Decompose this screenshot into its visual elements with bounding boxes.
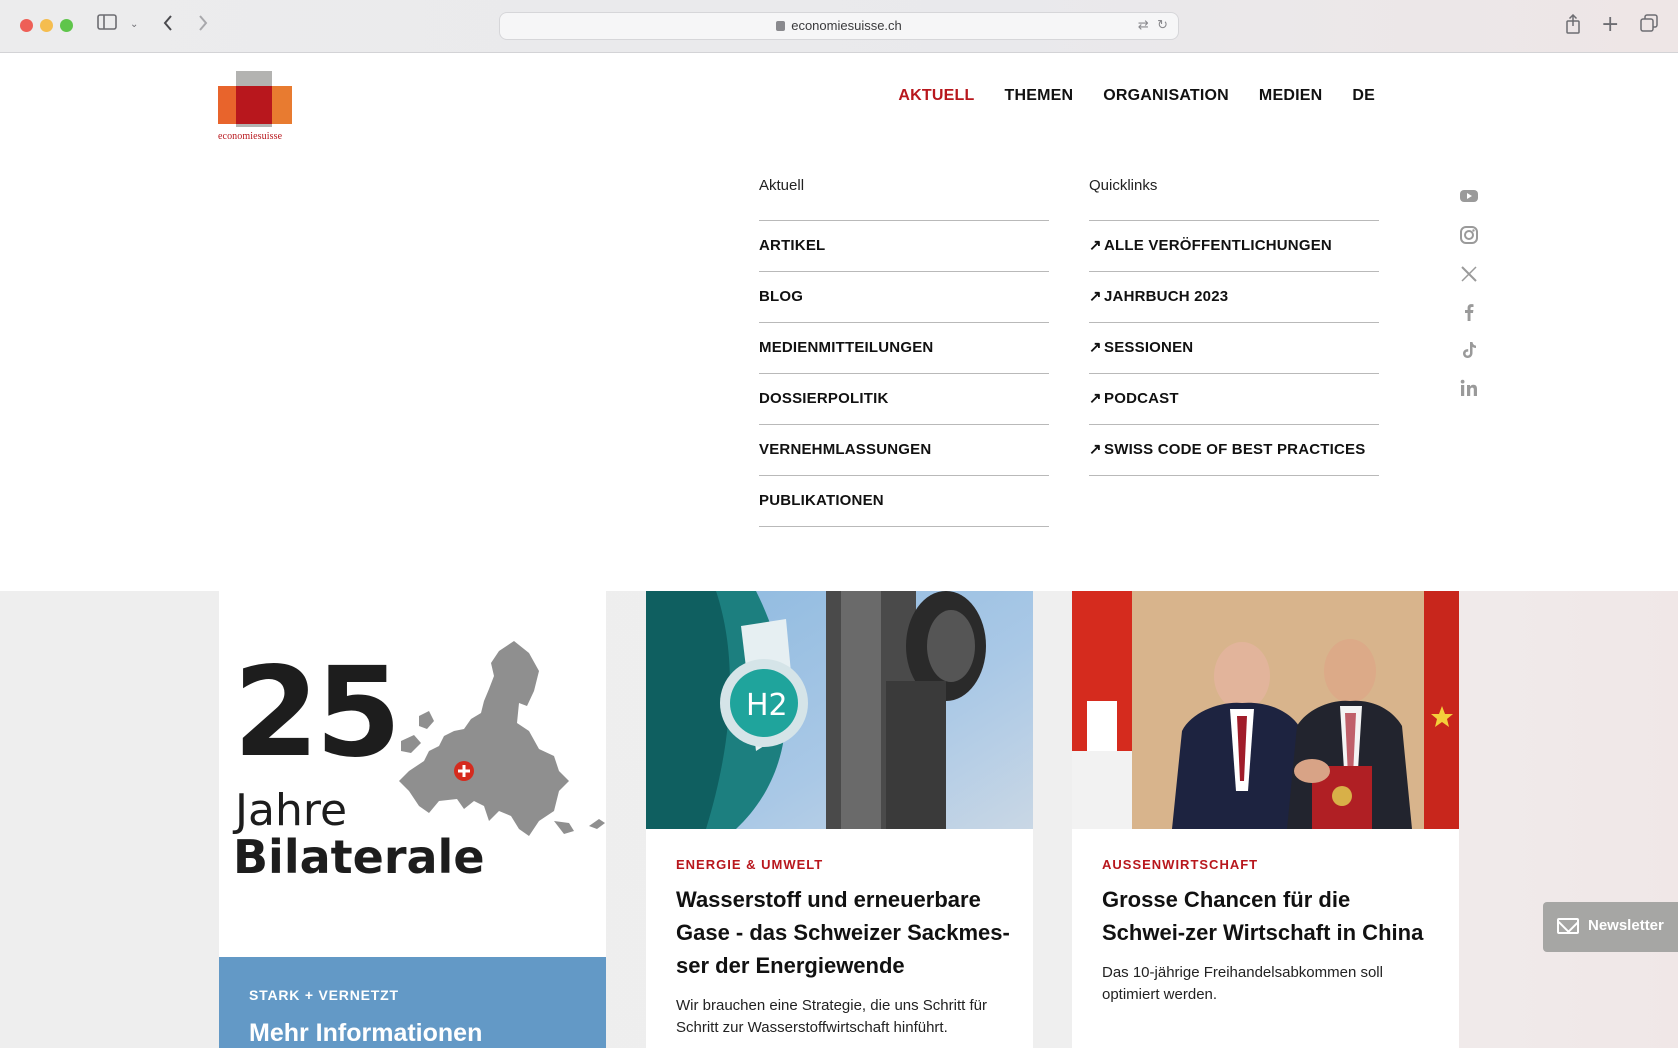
anniversary-jahre: Jahre — [235, 785, 348, 836]
chevron-down-icon[interactable]: ⌄ — [130, 14, 138, 36]
x-icon[interactable] — [1458, 263, 1480, 285]
quicklink-label: PODCAST — [1104, 390, 1179, 407]
quicklink-alle-veroeffentlichungen[interactable]: ↗ ALLE VERÖFFENTLICHUNGEN — [1089, 221, 1379, 272]
tabs-overview-icon[interactable] — [1640, 14, 1658, 38]
share-icon[interactable] — [1565, 13, 1581, 40]
europe-map-image — [399, 641, 605, 836]
tiktok-icon[interactable] — [1458, 339, 1480, 361]
anniversary-bilaterale: Bilaterale — [233, 830, 485, 884]
nav-item-aktuell[interactable]: AKTUELL — [898, 87, 974, 105]
lock-icon — [776, 21, 786, 31]
chevron-left-icon[interactable] — [162, 14, 174, 38]
arrow-up-right-icon: ↗ — [1089, 288, 1102, 305]
chevron-right-icon[interactable] — [197, 14, 209, 38]
hydrogen-pump-image: H2 — [646, 591, 1033, 829]
nav-item-organisation[interactable]: ORGANISATION — [1103, 87, 1229, 105]
bilaterale-card[interactable]: 25 Jahre Bilaterale STARK + VERNETZT Meh… — [219, 591, 606, 1048]
plus-icon[interactable]: + — [1601, 14, 1619, 36]
menu-column-quicklinks: Quicklinks ↗ ALLE VERÖFFENTLICHUNGEN ↗ JAH… — [1089, 171, 1379, 476]
handshake-photo — [1072, 591, 1459, 829]
reload-icon[interactable]: ↻ — [1157, 18, 1168, 33]
card-title: Mehr Informationen — [249, 1019, 483, 1047]
teaser-section: 25 Jahre Bilaterale STARK + VERNETZT Meh… — [0, 591, 1678, 1048]
facebook-icon[interactable] — [1458, 301, 1480, 323]
article-card-wasserstoff[interactable]: H2 ENERGIE & UMWELT Wasserstoff und erne… — [646, 591, 1033, 1048]
instagram-icon[interactable] — [1458, 224, 1480, 246]
card-teaser: Das 10-jährige Freihandelsabkommen soll … — [1102, 964, 1383, 1003]
nav-item-themen[interactable]: THEMEN — [1004, 87, 1073, 105]
economiesuisse-logo[interactable]: economiesuisse — [218, 71, 294, 143]
language-switcher[interactable]: DE — [1352, 87, 1375, 105]
arrow-up-right-icon: ↗ — [1089, 237, 1102, 254]
close-window-button[interactable] — [20, 19, 33, 32]
menu-heading-quicklinks: Quicklinks — [1089, 171, 1379, 221]
card-title: Grosse Chancen für die Schwei-zer Wirtsc… — [1102, 887, 1424, 945]
card-teaser: Wir brauchen eine Strategie, die uns Sch… — [676, 997, 987, 1036]
quicklink-jahrbuch[interactable]: ↗ JAHRBUCH 2023 — [1089, 272, 1379, 323]
menu-item-vernehmlassungen[interactable]: VERNEHMLASSUNGEN — [759, 425, 1049, 476]
menu-item-dossierpolitik[interactable]: DOSSIERPOLITIK — [759, 374, 1049, 425]
url-text: economiesuisse.ch — [791, 18, 902, 33]
sidebar-icon[interactable] — [97, 14, 117, 36]
menu-heading-aktuell: Aktuell — [759, 171, 1049, 221]
card-category: AUSSENWIRTSCHAFT — [1102, 857, 1259, 872]
quicklink-sessionen[interactable]: ↗ SESSIONEN — [1089, 323, 1379, 374]
menu-item-artikel[interactable]: ARTIKEL — [759, 221, 1049, 272]
quicklink-swiss-code[interactable]: ↗ SWISS CODE OF BEST PRACTICES — [1089, 425, 1379, 476]
anniversary-number: 25 — [233, 641, 402, 785]
quicklink-podcast[interactable]: ↗ PODCAST — [1089, 374, 1379, 425]
arrow-up-right-icon: ↗ — [1089, 390, 1102, 407]
envelope-icon — [1557, 918, 1579, 934]
bilaterale-info-box[interactable]: STARK + VERNETZT Mehr Informationen — [219, 957, 606, 1048]
quicklink-label: SESSIONEN — [1104, 339, 1194, 356]
minimize-window-button[interactable] — [40, 19, 53, 32]
logo-wordmark: economiesuisse — [218, 131, 283, 142]
address-bar[interactable]: economiesuisse.ch ⇄ ↻ — [499, 12, 1179, 40]
quicklink-label: JAHRBUCH 2023 — [1104, 288, 1229, 305]
card-category: STARK + VERNETZT — [249, 987, 399, 1003]
main-navigation: AKTUELL THEMEN ORGANISATION MEDIEN DE — [898, 87, 1375, 105]
arrow-up-right-icon: ↗ — [1089, 339, 1102, 356]
zoom-window-button[interactable] — [60, 19, 73, 32]
linkedin-icon[interactable] — [1458, 377, 1480, 399]
youtube-icon[interactable] — [1458, 185, 1480, 207]
article-card-china[interactable]: AUSSENWIRTSCHAFT Grosse Chancen für die … — [1072, 591, 1459, 1048]
newsletter-button[interactable]: Newsletter — [1543, 902, 1678, 952]
card-category: ENERGIE & UMWELT — [676, 857, 824, 872]
nav-item-medien[interactable]: MEDIEN — [1259, 87, 1322, 105]
newsletter-label: Newsletter — [1588, 917, 1664, 934]
arrow-up-right-icon: ↗ — [1089, 441, 1102, 458]
card-title: Wasserstoff und erneuerbare Gase - das S… — [676, 887, 1010, 978]
quicklink-label: SWISS CODE OF BEST PRACTICES — [1104, 441, 1366, 458]
menu-item-blog[interactable]: BLOG — [759, 272, 1049, 323]
quicklink-label: ALLE VERÖFFENTLICHUNGEN — [1104, 237, 1332, 254]
menu-column-aktuell: Aktuell ARTIKEL BLOG MEDIENMITTEILUNGEN … — [759, 171, 1049, 527]
menu-item-medienmitteilungen[interactable]: MEDIENMITTEILUNGEN — [759, 323, 1049, 374]
translate-icon[interactable]: ⇄ — [1138, 18, 1149, 33]
menu-item-publikationen[interactable]: PUBLIKATIONEN — [759, 476, 1049, 527]
page: economiesuisse AKTUELL THEMEN ORGANISATI… — [0, 53, 1678, 1048]
hydrogen-label: H2 — [746, 688, 788, 723]
browser-toolbar: ⌄ economiesuisse.ch ⇄ ↻ + — [0, 0, 1678, 53]
